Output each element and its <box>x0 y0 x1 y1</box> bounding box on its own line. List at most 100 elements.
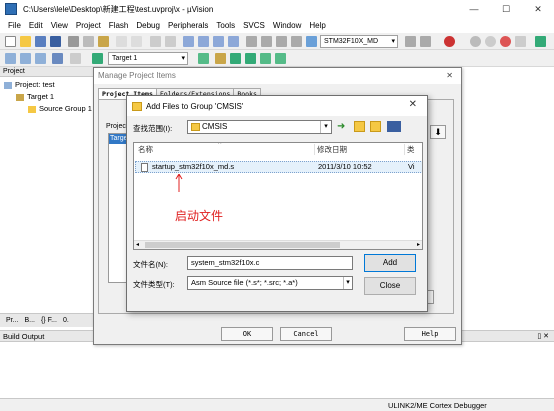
menu-flash[interactable]: Flash <box>109 21 129 30</box>
project-icon <box>4 81 12 89</box>
comment-icon[interactable] <box>276 36 287 47</box>
cut-icon[interactable] <box>68 36 79 47</box>
move-down-icon[interactable]: ⬇ <box>430 125 446 139</box>
uncomment-icon[interactable] <box>291 36 302 47</box>
batch-build-icon[interactable] <box>52 53 63 64</box>
find-in-files-icon[interactable] <box>306 36 317 47</box>
horizontal-scrollbar[interactable]: ◂ ▸ <box>134 240 422 249</box>
minimize-button[interactable]: — <box>458 0 490 18</box>
nav-forward-icon[interactable] <box>165 36 176 47</box>
tab-functions[interactable]: {} F... <box>41 317 57 324</box>
incremental-find-icon[interactable] <box>420 36 431 47</box>
tab-templates[interactable]: 0. <box>63 317 69 324</box>
menu-debug[interactable]: Debug <box>136 21 160 30</box>
chevron-down-icon[interactable]: ▾ <box>343 277 352 289</box>
bookmark-clear-icon[interactable] <box>228 36 239 47</box>
tree-item-project[interactable]: Project: test <box>4 79 55 90</box>
menu-help[interactable]: Help <box>309 21 325 30</box>
tree-item-target[interactable]: Target 1 <box>16 91 54 102</box>
file-name: startup_stm32f10x_md.s <box>152 162 235 171</box>
debug-session-icon[interactable] <box>444 36 455 47</box>
scroll-left-icon[interactable]: ◂ <box>136 241 139 248</box>
indent-icon[interactable] <box>246 36 257 47</box>
translate-icon[interactable] <box>5 53 16 64</box>
download-icon[interactable] <box>92 53 103 64</box>
scroll-right-icon[interactable]: ▸ <box>417 241 420 248</box>
target-combo[interactable]: Target 1 <box>108 52 188 65</box>
menu-tools[interactable]: Tools <box>216 21 235 30</box>
nav-back-icon[interactable] <box>150 36 161 47</box>
add-files-close-icon[interactable]: ✕ <box>409 99 417 110</box>
close-window-button[interactable]: ✕ <box>522 0 554 18</box>
build-output-pin-icon[interactable]: ▯ ✕ <box>537 331 549 342</box>
column-date[interactable]: 修改日期 <box>317 143 347 156</box>
window-layout-icon[interactable] <box>535 36 546 47</box>
new-file-icon[interactable] <box>5 36 16 47</box>
up-folder-icon[interactable] <box>353 121 365 133</box>
view-menu-icon[interactable] <box>386 121 401 133</box>
window-title: C:\Users\lele\Desktop\新建工程\test.uvproj\x… <box>23 4 214 14</box>
bookmark-next-icon[interactable] <box>213 36 224 47</box>
tab-project[interactable]: Pr... <box>6 317 18 324</box>
open-file-icon[interactable] <box>20 36 31 47</box>
menu-edit[interactable]: Edit <box>29 21 43 30</box>
manage-project-items-icon[interactable] <box>215 53 226 64</box>
filename-input[interactable]: system_stm32f10x.c <box>187 256 353 270</box>
menu-peripherals[interactable]: Peripherals <box>168 21 208 30</box>
undo-icon[interactable] <box>116 36 127 47</box>
maximize-button[interactable]: ☐ <box>490 0 522 18</box>
find-icon[interactable] <box>405 36 416 47</box>
help-button[interactable]: Help <box>404 327 456 341</box>
kill-breakpoints-icon[interactable] <box>500 36 511 47</box>
menu-svcs[interactable]: SVCS <box>243 21 265 30</box>
menu-project[interactable]: Project <box>76 21 101 30</box>
cancel-button[interactable]: Cancel <box>280 327 332 341</box>
menu-window[interactable]: Window <box>273 21 301 30</box>
redo-icon[interactable] <box>131 36 142 47</box>
uvision-app-icon <box>5 3 17 15</box>
build-icon[interactable] <box>20 53 31 64</box>
select-packs-icon[interactable] <box>245 53 256 64</box>
rebuild-icon[interactable] <box>35 53 46 64</box>
project-targets-selected[interactable]: Targe <box>109 134 128 144</box>
status-bar: ULINK2/ME Cortex Debugger <box>0 398 554 411</box>
tab-books[interactable]: B... <box>24 317 35 324</box>
tree-item-source-group[interactable]: Source Group 1 <box>28 103 92 114</box>
clear-breakpoints-icon[interactable] <box>515 36 526 47</box>
new-folder-icon[interactable] <box>370 121 382 133</box>
pack-installer-icon[interactable] <box>260 53 271 64</box>
components-icon[interactable] <box>230 53 241 64</box>
save-icon[interactable] <box>35 36 46 47</box>
scrollbar-thumb[interactable] <box>145 242 340 248</box>
file-row[interactable]: startup_stm32f10x_md.s 2011/3/10 10:52 V… <box>135 161 422 173</box>
look-in-combo[interactable]: CMSIS ▾ <box>187 120 332 134</box>
chevron-down-icon[interactable]: ▾ <box>320 121 331 133</box>
add-button[interactable]: Add <box>364 254 416 272</box>
project-panel-tabs: Pr... B... {} F... 0. <box>0 313 95 327</box>
manage-dialog-close-icon[interactable]: ✕ <box>446 68 453 84</box>
close-button[interactable]: Close <box>364 277 416 295</box>
unindent-icon[interactable] <box>261 36 272 47</box>
menu-file[interactable]: File <box>8 21 21 30</box>
target-options-icon[interactable] <box>198 53 209 64</box>
back-arrow-icon[interactable]: ➜ <box>337 121 348 132</box>
column-type[interactable]: 类 <box>407 143 415 156</box>
save-all-icon[interactable] <box>50 36 61 47</box>
menu-bar: File Edit View Project Flash Debug Perip… <box>0 18 554 33</box>
filetype-select[interactable]: Asm Source file (*.s*; *.src; *.a*) ▾ <box>187 276 353 290</box>
breakpoint-icon[interactable] <box>470 36 481 47</box>
device-combo[interactable]: STM32F10X_MD <box>320 35 398 48</box>
stop-build-icon[interactable] <box>70 53 81 64</box>
copy-icon[interactable] <box>83 36 94 47</box>
bookmark-prev-icon[interactable] <box>198 36 209 47</box>
disable-breakpoint-icon[interactable] <box>485 36 496 47</box>
manage-dialog-titlebar: Manage Project Items ✕ <box>94 68 461 84</box>
manage-rte-icon[interactable] <box>275 53 286 64</box>
project-targets-list[interactable]: Targe <box>108 133 128 283</box>
ok-button[interactable]: OK <box>221 327 273 341</box>
bookmark-icon[interactable] <box>183 36 194 47</box>
column-name[interactable]: 名称 <box>138 143 153 156</box>
menu-view[interactable]: View <box>51 21 68 30</box>
paste-icon[interactable] <box>98 36 109 47</box>
add-files-title: Add Files to Group 'CMSIS' <box>146 101 244 111</box>
